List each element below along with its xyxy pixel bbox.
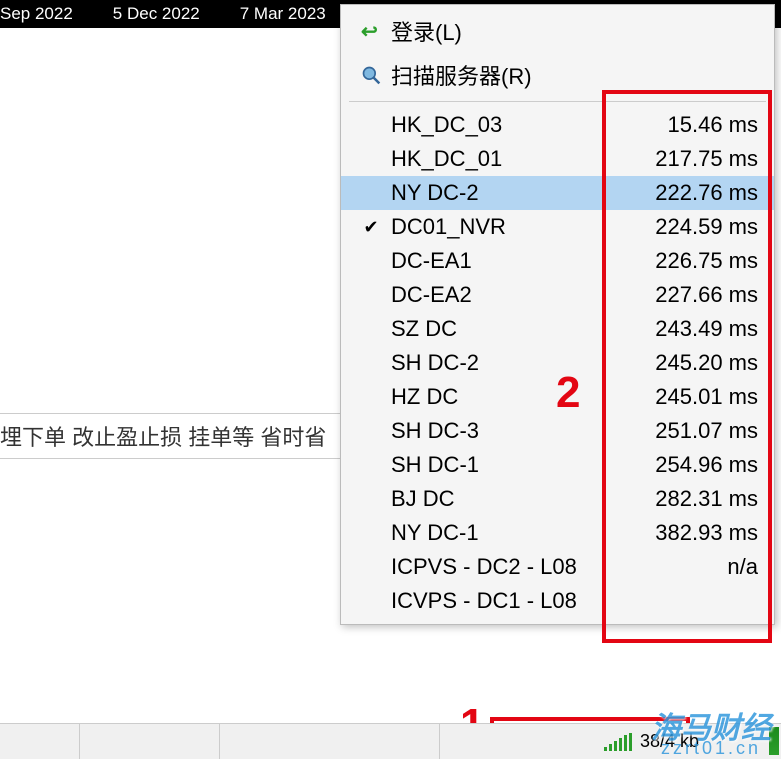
server-row[interactable]: ICVPS - DC1 - L08 <box>341 584 774 618</box>
server-name: SH DC-2 <box>391 350 628 376</box>
server-row[interactable]: BJ DC282.31 ms <box>341 482 774 516</box>
server-row[interactable]: HK_DC_0315.46 ms <box>341 108 774 142</box>
server-latency: 217.75 ms <box>628 146 758 172</box>
server-name: BJ DC <box>391 486 628 512</box>
server-row[interactable]: SH DC-2245.20 ms <box>341 346 774 380</box>
server-name: SH DC-1 <box>391 452 628 478</box>
server-latency: n/a <box>628 554 758 580</box>
server-name: DC01_NVR <box>391 214 628 240</box>
date-label-2: 5 Dec 2022 <box>113 4 200 24</box>
server-name: HK_DC_01 <box>391 146 628 172</box>
server-name: HZ DC <box>391 384 628 410</box>
status-bar: 38/4 kb <box>0 723 781 759</box>
server-latency: 251.07 ms <box>628 418 758 444</box>
status-cell-1[interactable] <box>0 724 80 759</box>
chart-background-area: 埋下单 改止盈止损 挂单等 省时省 <box>0 28 330 723</box>
server-name: HK_DC_03 <box>391 112 628 138</box>
server-row[interactable]: SH DC-3251.07 ms <box>341 414 774 448</box>
status-cell-2[interactable] <box>80 724 220 759</box>
status-cell-3[interactable] <box>220 724 440 759</box>
server-latency: 245.01 ms <box>628 384 758 410</box>
menu-divider <box>349 101 766 102</box>
server-row[interactable]: SZ DC243.49 ms <box>341 312 774 346</box>
date-label-1: Sep 2022 <box>0 4 73 24</box>
server-latency: 15.46 ms <box>628 112 758 138</box>
server-row[interactable]: HK_DC_01217.75 ms <box>341 142 774 176</box>
scan-label: 扫描服务器(R) <box>391 59 532 91</box>
server-row[interactable]: ✔DC01_NVR224.59 ms <box>341 210 774 244</box>
info-banner-text: 埋下单 改止盈止损 挂单等 省时省 <box>0 413 345 459</box>
server-latency: 226.75 ms <box>628 248 758 274</box>
server-name: SH DC-3 <box>391 418 628 444</box>
server-name: ICVPS - DC1 - L08 <box>391 588 628 614</box>
server-latency: 382.93 ms <box>628 520 758 546</box>
login-icon <box>351 21 391 41</box>
server-name: ICPVS - DC2 - L08 <box>391 554 628 580</box>
server-row[interactable]: NY DC-2222.76 ms <box>341 176 774 210</box>
server-latency: 227.66 ms <box>628 282 758 308</box>
server-name: NY DC-2 <box>391 180 628 206</box>
signal-bars-icon <box>604 733 632 751</box>
date-label-3: 7 Mar 2023 <box>240 4 326 24</box>
server-row[interactable]: DC-EA1226.75 ms <box>341 244 774 278</box>
server-row[interactable]: HZ DC245.01 ms <box>341 380 774 414</box>
server-row[interactable]: ICPVS - DC2 - L08n/a <box>341 550 774 584</box>
server-latency: 224.59 ms <box>628 214 758 240</box>
status-end-indicator <box>769 727 779 755</box>
server-name: NY DC-1 <box>391 520 628 546</box>
server-latency: 222.76 ms <box>628 180 758 206</box>
server-row[interactable]: SH DC-1254.96 ms <box>341 448 774 482</box>
login-menu-item[interactable]: 登录(L) <box>341 9 774 53</box>
server-latency: 282.31 ms <box>628 486 758 512</box>
server-row[interactable]: DC-EA2227.66 ms <box>341 278 774 312</box>
server-name: DC-EA2 <box>391 282 628 308</box>
server-row[interactable]: NY DC-1382.93 ms <box>341 516 774 550</box>
server-name: SZ DC <box>391 316 628 342</box>
server-latency: 245.20 ms <box>628 350 758 376</box>
server-list: HK_DC_0315.46 msHK_DC_01217.75 msNY DC-2… <box>341 106 774 620</box>
server-latency: 243.49 ms <box>628 316 758 342</box>
server-context-menu: 登录(L) 扫描服务器(R) HK_DC_0315.46 msHK_DC_012… <box>340 4 775 625</box>
server-name: DC-EA1 <box>391 248 628 274</box>
connection-status-cell[interactable]: 38/4 kb <box>440 724 781 759</box>
checkmark-icon: ✔ <box>351 217 391 238</box>
server-latency: 254.96 ms <box>628 452 758 478</box>
scan-servers-menu-item[interactable]: 扫描服务器(R) <box>341 53 774 97</box>
traffic-value: 38/4 kb <box>640 731 699 752</box>
login-label: 登录(L) <box>391 15 462 47</box>
magnifier-globe-icon <box>351 65 391 85</box>
